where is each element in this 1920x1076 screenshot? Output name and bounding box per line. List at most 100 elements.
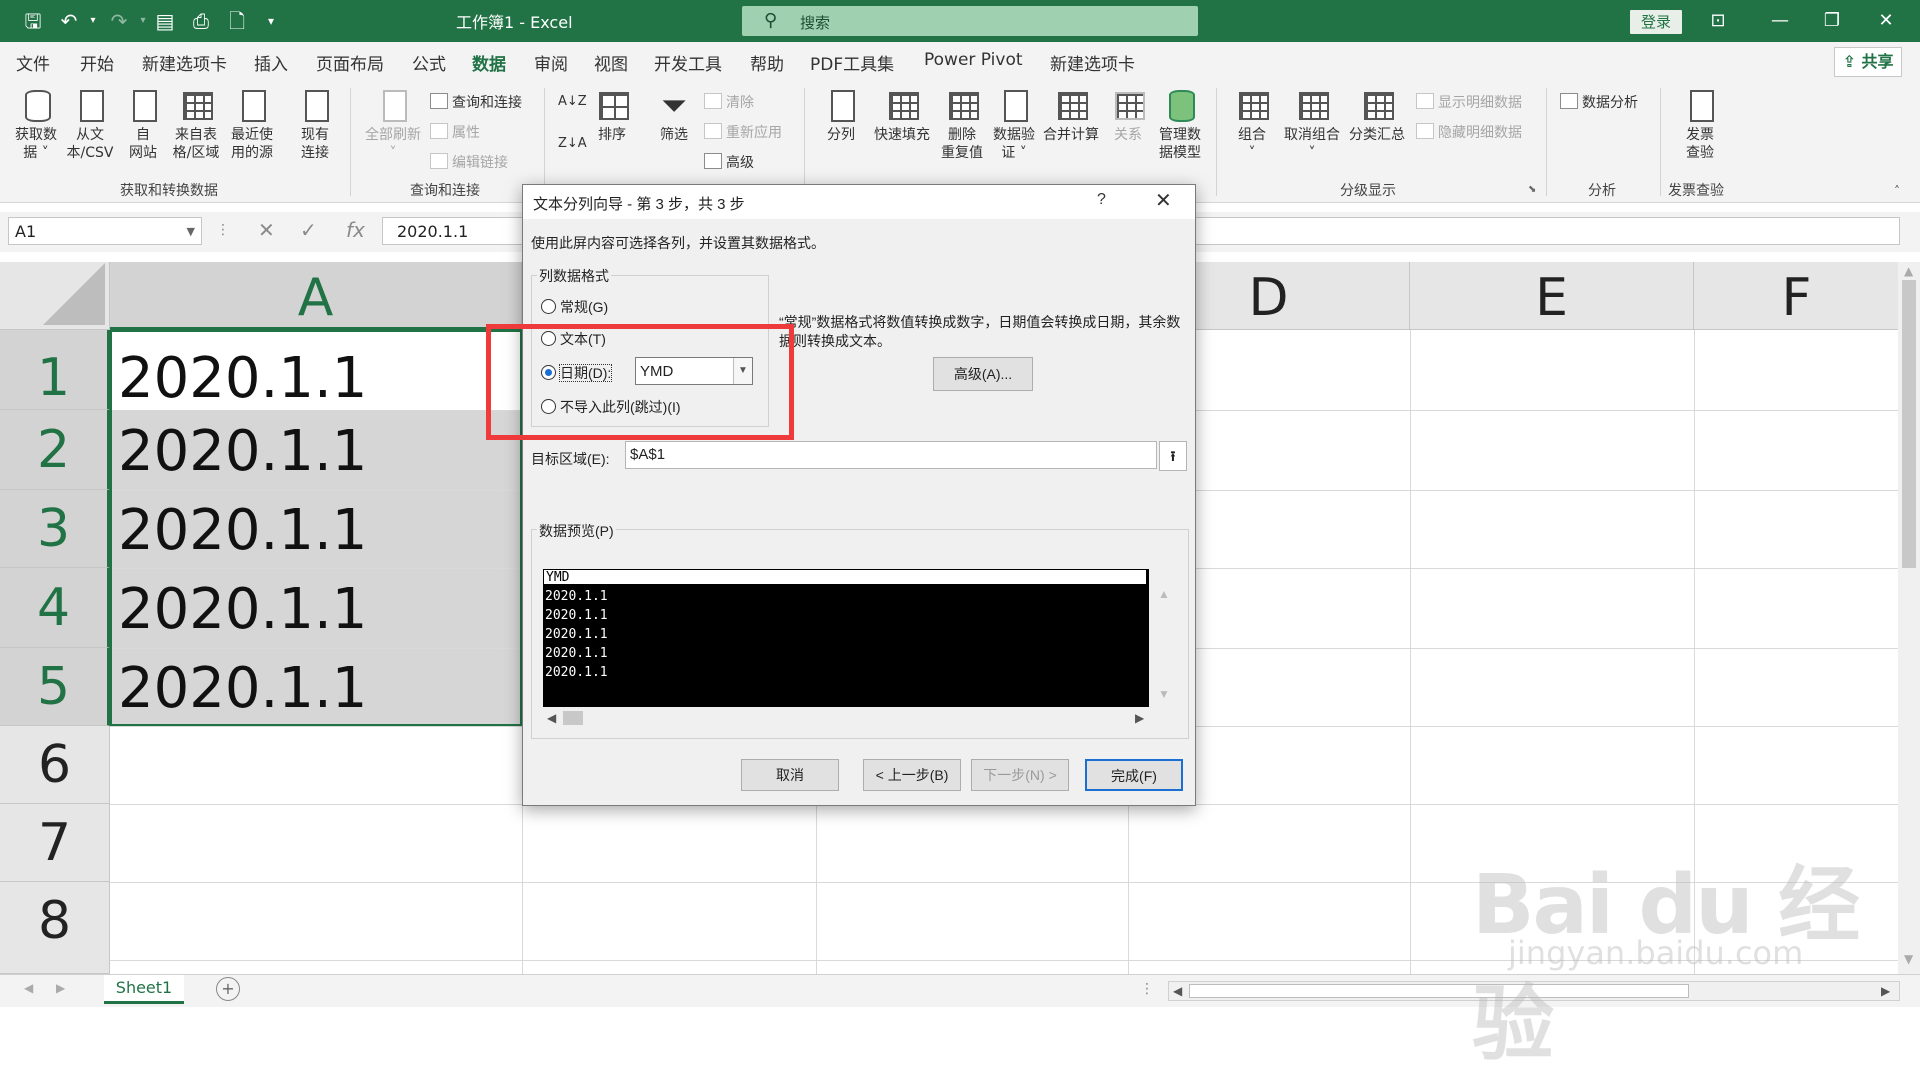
print-preview-icon[interactable]: 🗋 xyxy=(224,8,250,34)
scroll-up-icon[interactable]: ▲ xyxy=(1904,264,1913,278)
customize-toolbar-icon[interactable]: ▾ xyxy=(258,8,284,34)
dialog-title-bar[interactable]: 文本分列向导 - 第 3 步，共 3 步 ? ✕ xyxy=(523,185,1195,219)
horizontal-scroll-thumb[interactable] xyxy=(1189,984,1689,998)
group-button[interactable]: 组合 ˅ xyxy=(1228,88,1276,162)
radio-date-circle[interactable] xyxy=(541,365,556,380)
add-sheet-icon[interactable]: + xyxy=(216,977,240,1001)
preview-scroll-thumb[interactable] xyxy=(563,711,583,725)
data-preview-area[interactable]: YMD 2020.1.1 2020.1.1 2020.1.1 2020.1.1 … xyxy=(543,569,1149,707)
confirm-entry-icon[interactable]: ✓ xyxy=(300,218,317,242)
finish-button[interactable]: 完成(F) xyxy=(1085,759,1183,791)
tab-home[interactable]: 开始 xyxy=(80,50,114,75)
show-detail-button[interactable]: 显示明细数据 xyxy=(1416,92,1522,112)
close-window-icon[interactable]: ✕ xyxy=(1866,6,1906,36)
from-table-button[interactable]: 来自表 格/区域 xyxy=(168,88,224,162)
scroll-down-icon[interactable]: ▼ xyxy=(1904,952,1913,966)
from-web-button[interactable]: 自网站 xyxy=(118,88,168,162)
radio-text-circle[interactable] xyxy=(541,331,556,346)
outline-dialog-launcher-icon[interactable]: ⬊ xyxy=(1528,184,1536,195)
tab-view[interactable]: 视图 xyxy=(594,50,628,75)
close-icon[interactable]: ✕ xyxy=(1155,188,1172,213)
tab-help[interactable]: 帮助 xyxy=(750,50,784,75)
collapse-dialog-icon[interactable]: ⭱ xyxy=(1159,441,1187,471)
subtotal-button[interactable]: 分类汇总 xyxy=(1344,88,1410,144)
queries-connections-button[interactable]: 查询和连接 xyxy=(430,92,522,112)
tab-new-tab[interactable]: 新建选项卡 xyxy=(142,50,227,75)
next-button[interactable]: 下一步(N) > xyxy=(971,759,1069,791)
row-header-7[interactable]: 7 xyxy=(0,804,110,882)
advanced-button[interactable]: 高级(A)... xyxy=(933,357,1033,391)
sort-descending-icon[interactable]: Z↓A xyxy=(558,136,587,151)
from-csv-button[interactable]: 从文 本/CSV xyxy=(62,88,118,162)
restore-icon[interactable]: ❐ xyxy=(1812,6,1852,36)
row-header-5[interactable]: 5 xyxy=(0,648,110,726)
redo-icon[interactable]: ↷ xyxy=(106,8,132,34)
preview-column-header[interactable]: YMD xyxy=(543,569,1147,585)
cell-a4[interactable]: 2020.1.1 xyxy=(112,569,520,648)
radio-text[interactable]: 文本(T) xyxy=(541,329,606,349)
remove-duplicates-button[interactable]: 删除 重复值 xyxy=(934,88,990,162)
save-icon[interactable]: 🖫 xyxy=(20,8,46,34)
scroll-down-icon[interactable]: ▼ xyxy=(1158,687,1170,701)
cell-a1[interactable]: 2020.1.1 xyxy=(112,332,520,411)
undo-icon[interactable]: ↶ xyxy=(56,8,82,34)
get-data-button[interactable]: 获取数据 ˅ xyxy=(8,88,64,162)
vertical-scroll-thumb[interactable] xyxy=(1902,280,1916,568)
filter-button[interactable]: ⏷ 筛选 xyxy=(652,88,696,144)
recent-sources-button[interactable]: 最近使 用的源 xyxy=(224,88,280,162)
column-header-f[interactable]: F xyxy=(1694,262,1900,330)
row-header-1[interactable]: 1 xyxy=(0,330,110,410)
cell-a2[interactable]: 2020.1.1 xyxy=(112,411,520,490)
flash-fill-button[interactable]: 快速填充 xyxy=(866,88,938,144)
date-format-select[interactable]: YMD ▼ xyxy=(635,357,753,385)
data-model-button[interactable]: 管理数 据模型 xyxy=(1152,88,1208,162)
tab-data[interactable]: 数据 xyxy=(470,50,508,83)
login-button[interactable]: 登录 xyxy=(1630,10,1682,34)
hide-detail-button[interactable]: 隐藏明细数据 xyxy=(1416,122,1522,142)
horizontal-scrollbar[interactable]: ◀ ▶ xyxy=(1168,981,1900,1001)
preview-horizontal-scrollbar[interactable]: ◀ ▶ xyxy=(543,707,1153,729)
preview-vertical-scrollbar[interactable]: ▲ ▼ xyxy=(1153,569,1173,707)
back-button[interactable]: < 上一步(B) xyxy=(863,759,961,791)
consolidate-button[interactable]: 合并计算 xyxy=(1038,88,1104,144)
minimize-icon[interactable]: — xyxy=(1760,6,1800,36)
scroll-up-icon[interactable]: ▲ xyxy=(1158,587,1170,601)
cancel-entry-icon[interactable]: ✕ xyxy=(258,218,275,242)
advanced-filter-button[interactable]: 高级 xyxy=(704,152,754,172)
tab-file[interactable]: 文件 xyxy=(16,50,50,75)
share-button[interactable]: ⇪ 共享 xyxy=(1834,47,1902,77)
sort-ascending-icon[interactable]: A↓Z xyxy=(558,94,587,109)
chevron-down-icon[interactable]: ▼ xyxy=(187,218,195,246)
sort-button[interactable]: 排序 xyxy=(590,88,634,144)
name-box[interactable]: A1 ▼ xyxy=(8,217,202,245)
data-validation-button[interactable]: 数据验证 ˅ xyxy=(986,88,1042,162)
undo-dropdown-icon[interactable]: ▾ xyxy=(80,8,106,34)
tab-insert[interactable]: 插入 xyxy=(254,50,288,75)
row-header-3[interactable]: 3 xyxy=(0,490,110,568)
insert-function-icon[interactable]: fx xyxy=(346,218,365,242)
collapse-ribbon-icon[interactable]: ˄ xyxy=(1894,184,1900,198)
row-header-6[interactable]: 6 xyxy=(0,726,110,804)
invoice-check-button[interactable]: 发票 查验 xyxy=(1672,88,1728,162)
edit-links-button[interactable]: 编辑链接 xyxy=(430,152,508,172)
tab-new-tab-2[interactable]: 新建选项卡 xyxy=(1050,50,1135,75)
sheet-tab-sheet1[interactable]: Sheet1 xyxy=(104,975,184,1004)
refresh-all-button[interactable]: 全部刷新 ˅ xyxy=(358,88,428,162)
scroll-right-icon[interactable]: ▶ xyxy=(1881,984,1890,998)
row-header-4[interactable]: 4 xyxy=(0,568,110,648)
column-header-e[interactable]: E xyxy=(1410,262,1694,330)
cell-a3[interactable]: 2020.1.1 xyxy=(112,491,520,568)
chevron-down-icon[interactable]: ▼ xyxy=(733,358,752,384)
cell-a5[interactable]: 2020.1.1 xyxy=(112,649,520,725)
relationships-button[interactable]: 关系 xyxy=(1104,88,1152,144)
target-range-input[interactable]: $A$1 xyxy=(625,441,1157,469)
text-to-columns-button[interactable]: 分列 xyxy=(816,88,866,144)
radio-general[interactable]: 常规(G) xyxy=(541,297,608,317)
tab-review[interactable]: 审阅 xyxy=(534,50,568,75)
radio-general-circle[interactable] xyxy=(541,299,556,314)
clear-button[interactable]: 清除 xyxy=(704,92,754,112)
radio-date[interactable]: 日期(D): xyxy=(541,363,613,383)
scroll-left-icon[interactable]: ◀ xyxy=(547,711,556,725)
print-icon[interactable]: ⎙ xyxy=(188,8,214,34)
existing-connections-button[interactable]: 现有 连接 xyxy=(290,88,340,162)
